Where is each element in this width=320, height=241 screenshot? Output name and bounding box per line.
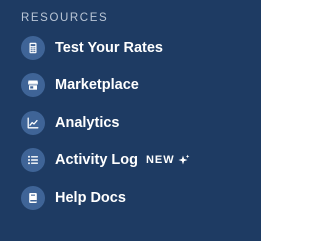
nav-item-marketplace[interactable]: Marketplace	[21, 73, 251, 98]
nav-item-test-your-rates[interactable]: Test Your Rates	[21, 35, 251, 60]
resources-panel: RESOURCES Test Your Rates Marketplace An…	[0, 0, 261, 241]
line-chart-icon	[21, 110, 45, 135]
resources-nav-list: Test Your Rates Marketplace Analytics Ac…	[21, 35, 251, 223]
calculator-icon	[21, 35, 45, 60]
new-badge: NEW	[145, 154, 175, 166]
nav-item-analytics[interactable]: Analytics	[21, 110, 251, 135]
nav-item-label: Activity Log	[55, 152, 138, 168]
nav-item-label: Marketplace	[55, 77, 139, 93]
sparkle-icon	[178, 154, 190, 166]
store-icon	[21, 73, 45, 97]
resources-section-title: RESOURCES	[21, 12, 109, 24]
nav-item-label: Test Your Rates	[55, 39, 163, 56]
book-icon	[21, 185, 45, 210]
nav-item-label: Analytics	[55, 114, 120, 131]
nav-item-activity-log[interactable]: Activity Log NEW	[21, 148, 251, 173]
nav-item-help-docs[interactable]: Help Docs	[21, 185, 251, 210]
nav-item-label: Help Docs	[55, 189, 126, 206]
list-icon	[21, 148, 45, 172]
